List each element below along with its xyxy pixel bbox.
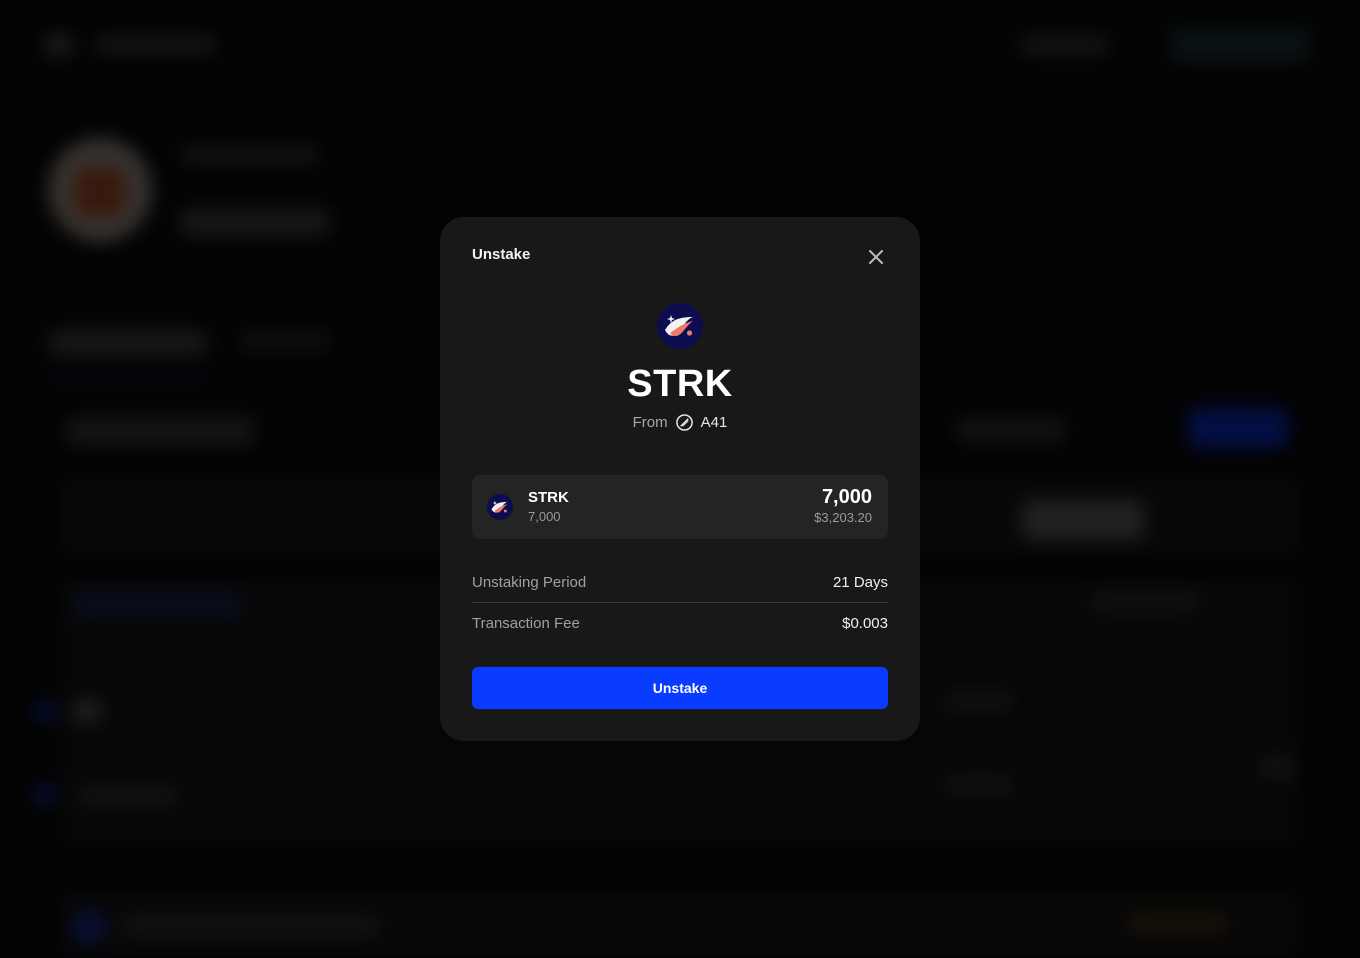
transaction-fee-row: Transaction Fee $0.003: [472, 603, 888, 643]
from-label: From: [632, 414, 668, 431]
token-usd-value: $3,203.20: [814, 510, 872, 525]
starknet-logo-icon: [487, 494, 513, 520]
validator-logo-icon: [675, 414, 693, 431]
unstake-button[interactable]: Unstake: [472, 667, 888, 709]
close-button[interactable]: [864, 245, 888, 269]
token-sub-amount: 7,000: [528, 509, 561, 524]
starknet-logo-icon: [657, 303, 703, 349]
token-symbol: STRK: [627, 363, 733, 405]
validator-source: From A41: [440, 414, 920, 431]
unstaking-period-row: Unstaking Period 21 Days: [472, 563, 888, 603]
close-icon: [869, 250, 883, 264]
token-amount: 7,000: [821, 486, 872, 508]
modal-title: Unstake: [472, 246, 531, 263]
token-name: STRK: [528, 489, 569, 506]
token-amount-card: STRK 7,000 7,000 $3,203.20: [472, 475, 888, 539]
detail-value: $0.003: [842, 614, 888, 632]
validator-name: A41: [700, 414, 728, 431]
detail-label: Transaction Fee: [472, 614, 580, 632]
unstake-modal: Unstake STRK From A41 STRK 7,000 7,000 $…: [440, 217, 920, 741]
detail-label: Unstaking Period: [472, 574, 587, 591]
detail-value: 21 Days: [832, 574, 888, 591]
